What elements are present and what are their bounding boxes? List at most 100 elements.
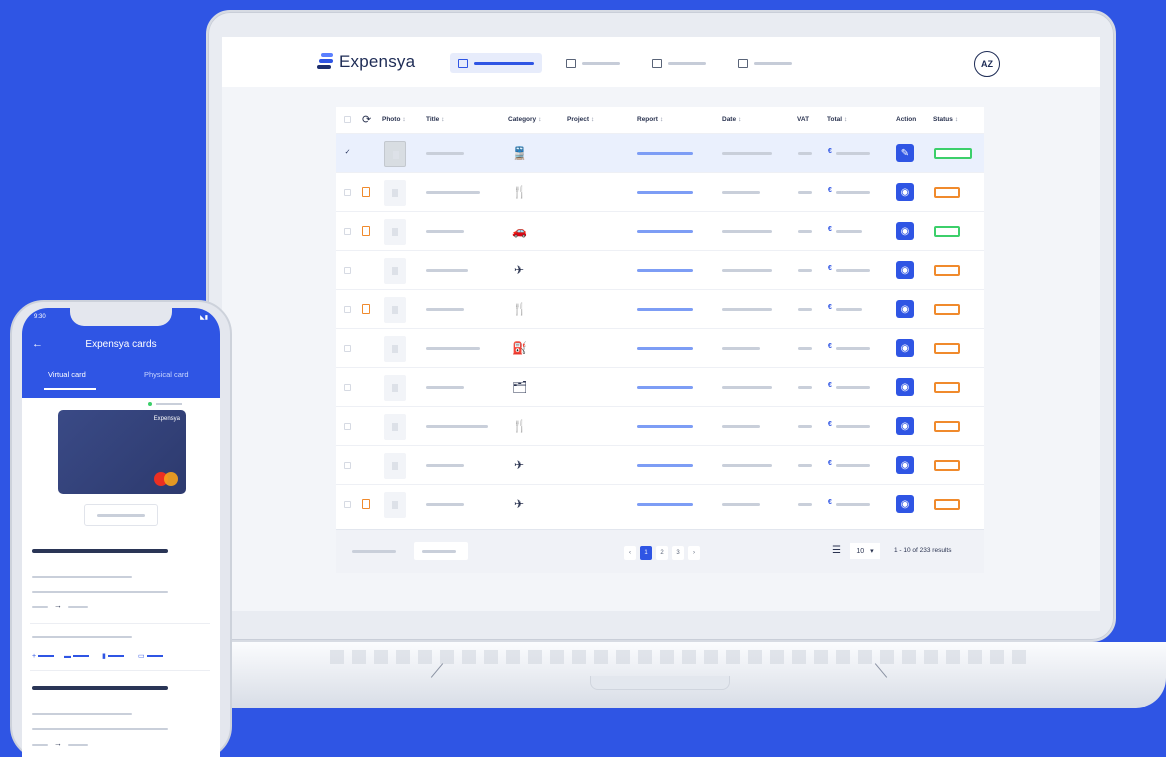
view-icon: ◉ [900, 459, 910, 471]
view-button[interactable]: ◉ [896, 339, 914, 357]
receipt-thumbnail[interactable] [384, 375, 406, 401]
vat-cell [798, 347, 812, 350]
report-cell[interactable] [637, 269, 693, 272]
column-header-total[interactable]: Total ↕ [827, 116, 847, 123]
chip-transport: ▬ [64, 652, 89, 660]
row-checkbox[interactable] [344, 228, 351, 235]
currency-icon: € [828, 382, 832, 389]
report-cell[interactable] [637, 308, 693, 311]
receipt-thumbnail[interactable] [384, 297, 406, 323]
receipt-thumbnail[interactable] [384, 258, 406, 284]
row-checkbox[interactable] [344, 189, 351, 196]
date-cell [722, 503, 760, 506]
view-button[interactable]: ◉ [896, 183, 914, 201]
title-cell [426, 503, 464, 506]
table-row[interactable]: ✈ € ◉ [336, 445, 984, 484]
column-header-status[interactable]: Status ↕ [933, 116, 958, 123]
total-cell [836, 191, 870, 194]
user-avatar[interactable]: AZ [974, 51, 1000, 77]
page-button-1[interactable]: 1 [640, 546, 652, 560]
table-row[interactable]: 🚗 € ◉ [336, 211, 984, 250]
view-button[interactable]: ◉ [896, 378, 914, 396]
report-cell[interactable] [637, 386, 693, 389]
row-checkbox[interactable] [344, 384, 351, 391]
row-checkbox[interactable] [344, 462, 351, 469]
row-checkbox[interactable]: ✓ [344, 149, 351, 157]
report-cell[interactable] [637, 464, 693, 467]
title-cell [426, 308, 464, 311]
report-cell[interactable] [637, 425, 693, 428]
title-cell [426, 152, 464, 155]
receipt-thumbnail[interactable] [384, 414, 406, 440]
reports-icon [566, 58, 576, 68]
row-checkbox[interactable] [344, 501, 351, 508]
prev-page-button[interactable]: ‹ [624, 546, 636, 560]
brand-logo[interactable]: Expensya [317, 52, 415, 72]
tab-physical-card[interactable]: Physical card [144, 370, 189, 379]
title-cell [426, 386, 464, 389]
table-row[interactable]: ⛽ € ◉ [336, 328, 984, 367]
table-row[interactable]: ✈ € ◉ [336, 250, 984, 289]
report-cell[interactable] [637, 503, 693, 506]
refresh-icon[interactable]: ⟳ [362, 113, 371, 126]
car-icon: 🚗 [512, 224, 527, 238]
per-page-select[interactable]: 10 ▾ [850, 543, 880, 559]
report-cell[interactable] [637, 152, 693, 155]
column-header-date[interactable]: Date ↕ [722, 116, 741, 123]
receipt-thumbnail[interactable] [384, 453, 406, 479]
receipt-thumbnail[interactable] [384, 336, 406, 362]
receipt-thumbnail[interactable] [384, 219, 406, 245]
card-action-button[interactable] [84, 504, 158, 526]
total-cell [836, 269, 870, 272]
view-button[interactable]: ◉ [896, 222, 914, 240]
column-header-photo[interactable]: Photo ↕ [382, 116, 406, 123]
next-page-button[interactable]: › [688, 546, 700, 560]
table-row[interactable]: 🍴 € ◉ [336, 289, 984, 328]
receipt-thumbnail[interactable] [384, 180, 406, 206]
title-cell [426, 425, 488, 428]
receipt-thumbnail[interactable] [384, 141, 406, 167]
column-header-report[interactable]: Report ↕ [637, 116, 663, 123]
view-button[interactable]: ◉ [896, 495, 914, 513]
status-badge [934, 421, 960, 432]
tab-virtual-card[interactable]: Virtual card [48, 370, 86, 379]
receipt-thumbnail[interactable] [384, 492, 406, 518]
column-header-title[interactable]: Title ↕ [426, 116, 445, 123]
report-cell[interactable] [637, 230, 693, 233]
currency-icon: € [828, 421, 832, 428]
virtual-card[interactable]: Expensya [58, 410, 186, 494]
nav-item-expenses[interactable] [450, 53, 542, 73]
row-checkbox[interactable] [344, 345, 351, 352]
view-button[interactable]: ◉ [896, 456, 914, 474]
nav-item-documents[interactable] [730, 53, 800, 73]
report-cell[interactable] [637, 191, 693, 194]
nav-item-reports[interactable] [558, 53, 628, 73]
column-header-project[interactable]: Project ↕ [567, 116, 594, 123]
table-row[interactable]: ✈ € ◉ [336, 484, 984, 523]
row-checkbox[interactable] [344, 267, 351, 274]
keyboard [330, 650, 1030, 664]
mastercard-icon [154, 472, 180, 486]
view-icon: ◉ [900, 498, 910, 510]
view-button[interactable]: ◉ [896, 261, 914, 279]
select-all-checkbox[interactable] [344, 116, 351, 123]
total-cell [836, 386, 870, 389]
nav-item-cards[interactable] [644, 53, 714, 73]
view-button[interactable]: ◉ [896, 417, 914, 435]
row-checkbox[interactable] [344, 306, 351, 313]
report-cell[interactable] [637, 347, 693, 350]
table-row[interactable]: ✓ 🚆 € ✎ [336, 133, 984, 172]
page-button-3[interactable]: 3 [672, 546, 684, 560]
row-checkbox[interactable] [344, 423, 351, 430]
edit-button[interactable]: ✎ [896, 144, 914, 162]
page-button-2[interactable]: 2 [656, 546, 668, 560]
view-button[interactable]: ◉ [896, 300, 914, 318]
table-row[interactable]: 🍴 € ◉ [336, 172, 984, 211]
column-header-category[interactable]: Category ↕ [508, 116, 541, 123]
table-row[interactable]: 🍴 € ◉ [336, 406, 984, 445]
footer-filter-box[interactable] [414, 542, 468, 560]
expenses-icon [458, 58, 468, 68]
table-row[interactable]: 🗂 € ◉ [336, 367, 984, 406]
flight-icon: ✈ [513, 263, 525, 277]
edit-icon: ✎ [900, 147, 910, 159]
